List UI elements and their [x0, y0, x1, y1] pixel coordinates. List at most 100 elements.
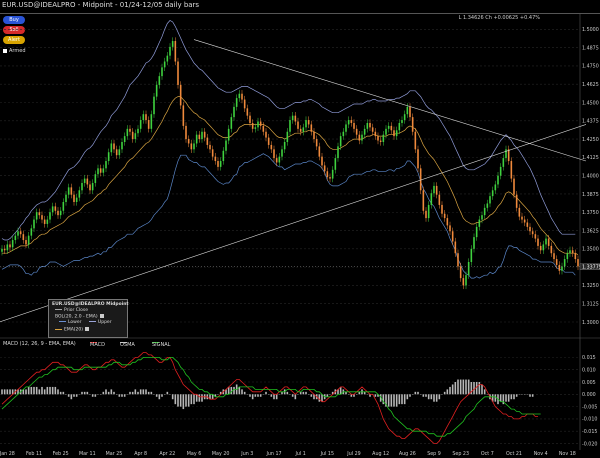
price-tick-label: 1.4750 — [582, 64, 599, 70]
osma-bar — [131, 391, 134, 395]
candle-body — [46, 219, 49, 224]
osma-bar — [70, 394, 73, 400]
osma-bar — [233, 386, 235, 395]
candle-body — [107, 152, 110, 162]
candle-body — [403, 114, 406, 121]
osma-bar — [398, 394, 401, 405]
candle-body — [430, 193, 433, 205]
osma-bar — [30, 386, 33, 395]
candle-body — [313, 131, 315, 140]
candle-body — [371, 127, 374, 132]
candle-body — [254, 127, 257, 129]
osma-bar — [507, 394, 510, 402]
osma-bar — [345, 391, 347, 395]
candle-body — [350, 120, 353, 123]
candle-body — [553, 253, 555, 260]
candle-body — [534, 234, 537, 239]
osma-bar — [102, 391, 105, 395]
osma-bar — [286, 391, 289, 395]
candle-body — [331, 169, 334, 179]
osma-bar — [449, 386, 451, 395]
osma-bar — [451, 384, 454, 395]
candle-body — [422, 190, 425, 211]
trendline — [193, 39, 587, 162]
candle-body — [499, 166, 502, 176]
price-tick-label: 1.4500 — [582, 100, 599, 106]
indicator-legend[interactable]: EUR.USD@IDEALPRO Midpoint Prior Close BO… — [48, 299, 129, 338]
candle-body — [427, 204, 430, 219]
osma-bar — [83, 391, 86, 395]
osma-bar — [454, 382, 457, 395]
candle-body — [339, 136, 342, 147]
candle-body — [259, 121, 262, 126]
candle-body — [163, 61, 166, 68]
osma-bar — [321, 394, 323, 402]
candle-body — [126, 128, 129, 137]
osma-bar — [86, 391, 89, 395]
ema-toggle[interactable] — [85, 327, 90, 331]
legend-bollinger: BOL(20, 2.0 - EMA) — [55, 314, 104, 320]
candle-body — [294, 115, 297, 122]
date-tick-label: Jun 3 — [240, 451, 253, 457]
osma-bar — [401, 394, 403, 405]
candle-body — [257, 121, 259, 128]
candle-body — [174, 41, 177, 62]
legend-bands: Lower Upper — [59, 320, 112, 325]
bollinger-toggle[interactable] — [99, 314, 104, 318]
candle-body — [441, 204, 443, 214]
osma-bar — [46, 386, 49, 395]
candle-body — [235, 98, 238, 107]
osma-bar — [425, 394, 427, 397]
date-tick-label: Aug 26 — [399, 451, 416, 457]
candle-body — [502, 158, 505, 167]
candle-body — [91, 182, 94, 191]
candle-body — [94, 174, 97, 183]
osma-bar — [35, 386, 38, 395]
osma-bar — [462, 379, 465, 395]
osma-bar — [457, 379, 459, 395]
date-tick-label: Jan 28 — [0, 451, 15, 457]
candle-body — [398, 122, 401, 131]
osma-bar — [62, 391, 65, 395]
candle-body — [574, 253, 577, 260]
candle-body — [358, 134, 361, 141]
trendline — [0, 124, 587, 323]
osma-bar — [179, 394, 182, 407]
osma-bar — [513, 394, 515, 400]
osma-bar — [1, 389, 3, 395]
candle-body — [390, 125, 393, 131]
candle-body — [89, 184, 91, 191]
price-chart-svg: 1.5000 1.4875 1.4750 1.4625 1.4500 1.4375 1.42… — [0, 14, 600, 457]
candle-body — [150, 114, 153, 129]
osma-bar — [166, 391, 169, 395]
osma-bar — [54, 386, 57, 395]
legend-prior-close: Prior Close — [55, 308, 88, 313]
candle-body — [209, 144, 211, 150]
candle-body — [481, 215, 483, 220]
candle-body — [449, 225, 451, 232]
candle-body — [545, 238, 547, 245]
date-tick-label: Nov 4 — [534, 451, 548, 457]
candle-body — [179, 84, 182, 106]
ema-swatch — [55, 328, 62, 330]
osma-bar — [257, 394, 259, 397]
candle-body — [83, 178, 86, 183]
osma-bar — [427, 394, 430, 400]
candle-body — [393, 130, 395, 137]
upper-swatch — [88, 321, 96, 322]
candle-body — [121, 142, 123, 150]
osma-bar — [374, 394, 377, 397]
candle-body — [483, 207, 486, 216]
legend-ema: EMA(20) — [55, 327, 90, 333]
candle-body — [347, 120, 350, 125]
price-tick-label: 1.4875 — [582, 45, 599, 51]
osma-bar — [161, 394, 163, 397]
osma-bar — [142, 389, 145, 395]
osma-bar — [27, 386, 30, 395]
osma-bar — [155, 394, 158, 397]
candle-body — [475, 226, 478, 238]
prior-close-swatch — [55, 309, 62, 310]
macd-tick-label: -0.015 — [582, 429, 597, 435]
osma-bar — [158, 394, 161, 400]
macd-tick-label: 0.010 — [582, 367, 596, 373]
